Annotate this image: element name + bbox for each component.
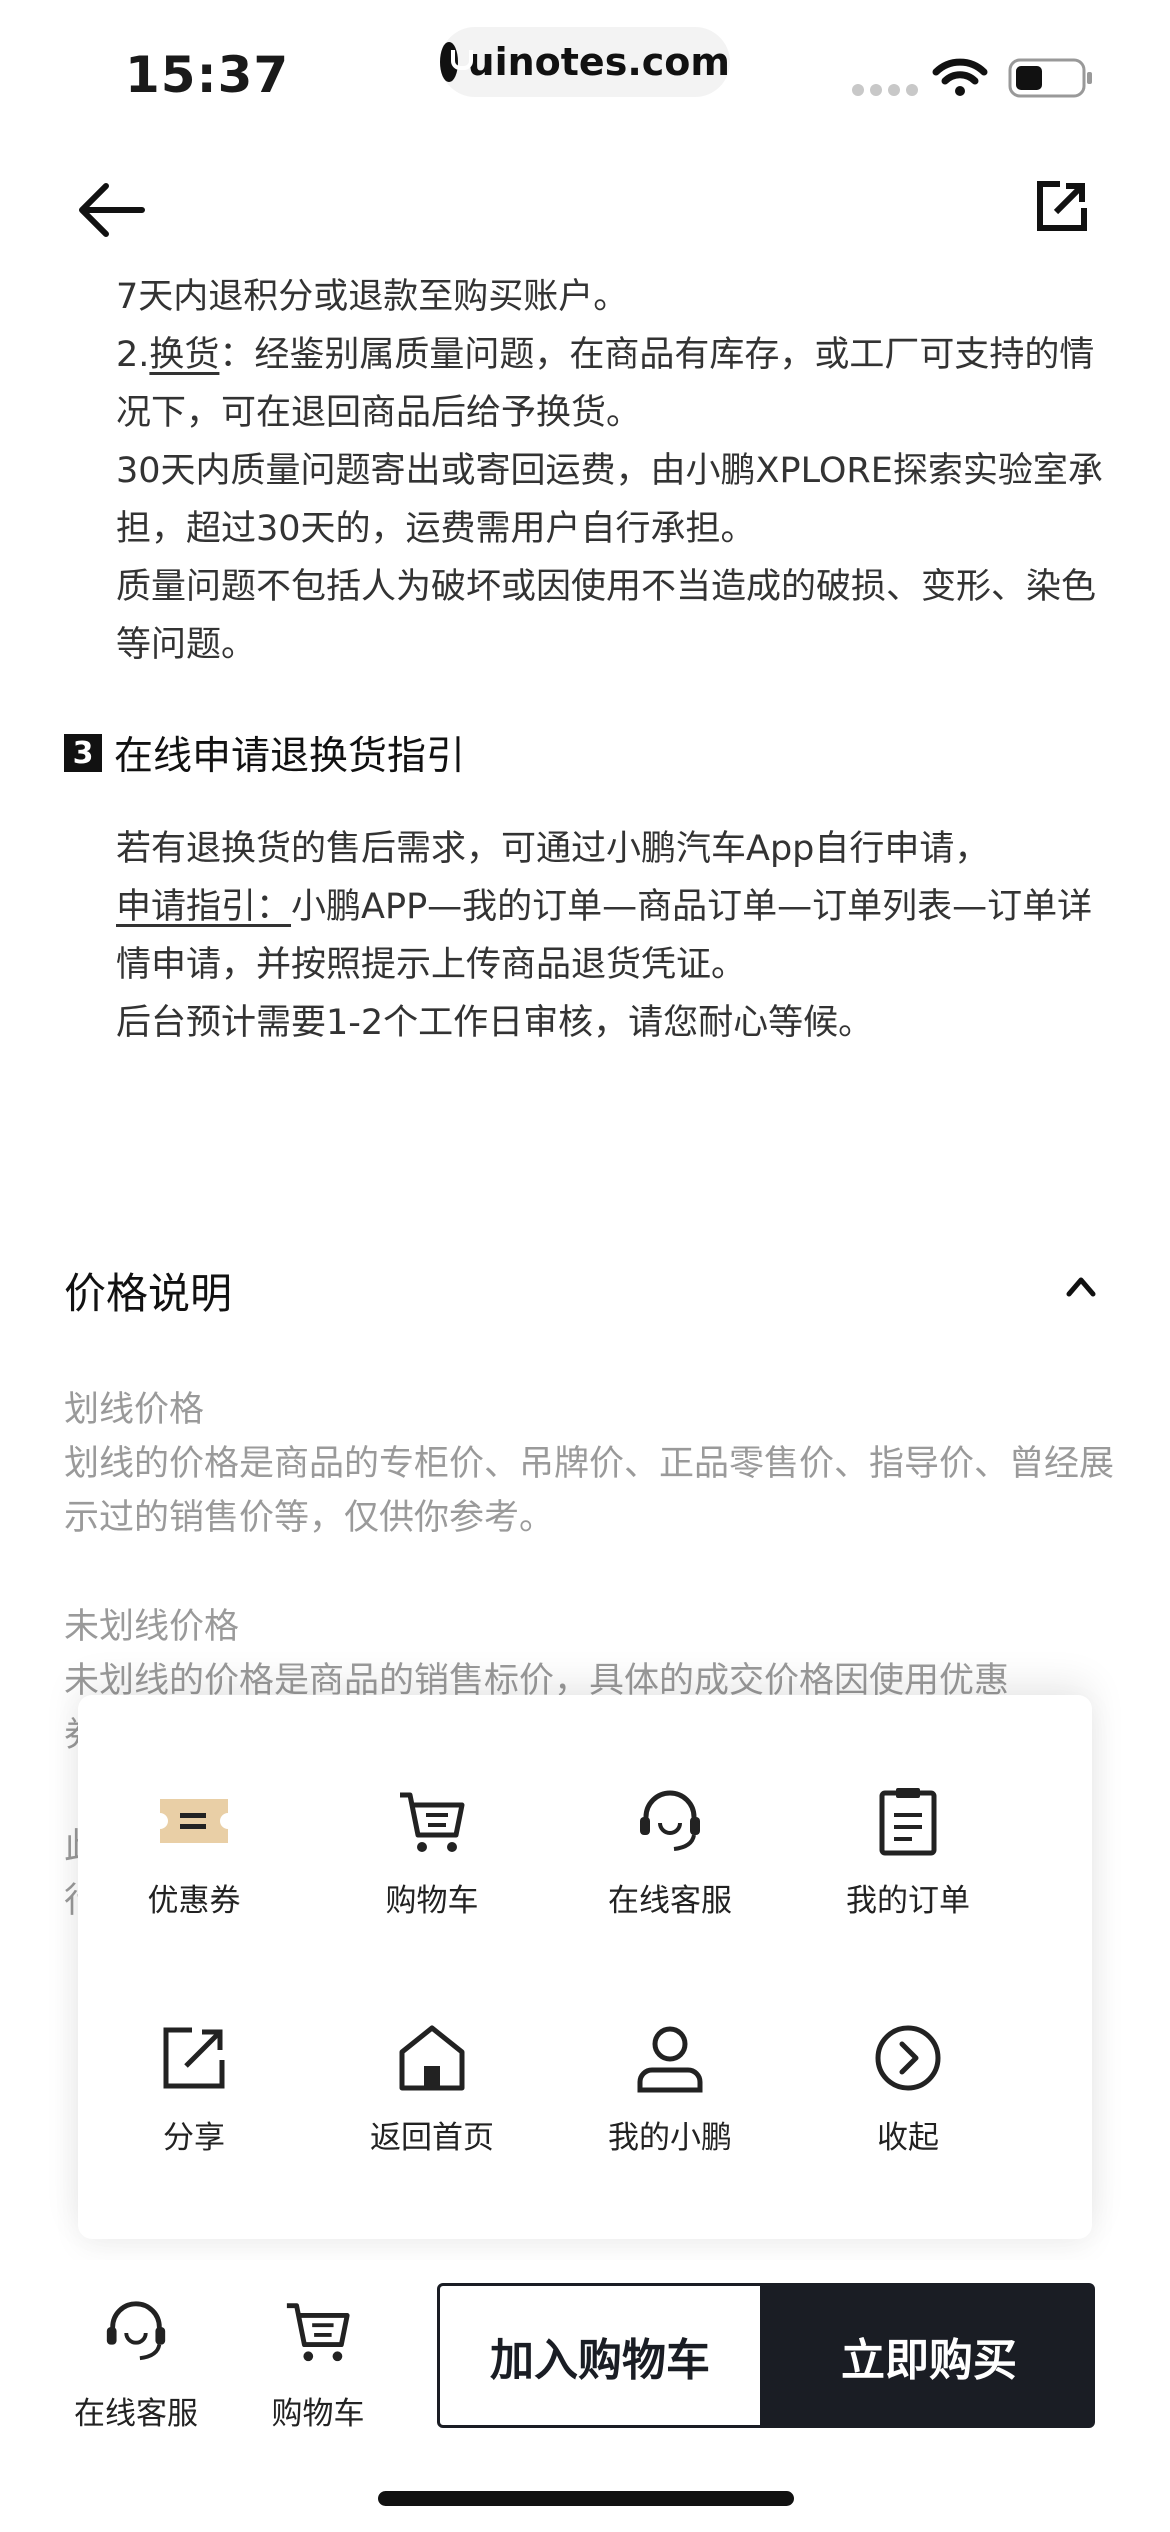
menu-item-orders[interactable]: 我的订单 bbox=[798, 1785, 1018, 1945]
menu-label: 收起 bbox=[877, 2120, 939, 2156]
price-info-title[interactable]: 价格说明 bbox=[64, 1260, 232, 1321]
back-arrow-icon[interactable] bbox=[76, 180, 148, 240]
section-3-title: 在线申请退换货指引 bbox=[114, 734, 466, 779]
nostrike-price-title: 未划线价格 bbox=[64, 1607, 240, 1647]
review-paragraph: 后台预计需要1-2个工作日审核，请您耐心等候。 bbox=[116, 1003, 874, 1043]
coupon-icon bbox=[160, 1799, 228, 1843]
status-time: 15:37 bbox=[125, 46, 290, 104]
quality-paragraph: 质量问题不包括人为破坏或因使用不当造成的破损、变形、染色等问题。 bbox=[116, 567, 1097, 665]
bottom-cart-button[interactable]: 购物车 bbox=[228, 2290, 408, 2440]
order-clipboard-icon bbox=[879, 1788, 937, 1856]
menu-label: 返回首页 bbox=[370, 2120, 494, 2156]
cart-icon bbox=[400, 1792, 465, 1852]
section-number-badge: 3 bbox=[64, 734, 102, 772]
section-3-heading: 3 在线申请退换货指引 bbox=[64, 725, 465, 781]
home-icon bbox=[399, 2025, 465, 2091]
url-text: uinotes.com bbox=[467, 40, 730, 84]
headset-icon bbox=[106, 2301, 166, 2361]
user-icon bbox=[637, 2026, 703, 2093]
share-icon[interactable] bbox=[1034, 178, 1090, 234]
strike-price-title: 划线价格 bbox=[64, 1390, 205, 1430]
bottom-service-button[interactable]: 在线客服 bbox=[46, 2290, 226, 2440]
guide-link[interactable]: 申请指引： bbox=[116, 887, 291, 927]
menu-item-home[interactable]: 返回首页 bbox=[322, 2022, 542, 2182]
share-icon bbox=[163, 2027, 225, 2089]
status-bar: 15:37 uinotes.com bbox=[0, 0, 1170, 140]
guide-paragraph: 申请指引：小鹏APP—我的订单—商品订单—订单列表—订单详情申请，并按照提示上传… bbox=[116, 878, 1116, 994]
menu-label: 我的订单 bbox=[846, 1883, 970, 1919]
exchange-prefix: 2. bbox=[116, 335, 150, 375]
cart-icon bbox=[286, 2303, 350, 2362]
menu-label: 购物车 bbox=[385, 1883, 479, 1919]
site-logo-icon bbox=[440, 42, 473, 82]
exchange-text: ：经鉴别属质量问题，在商品有库存，或工厂可支持的情况下，可在退回商品后给予换货。 bbox=[116, 335, 1095, 433]
exchange-paragraph: 2.换货：经鉴别属质量问题，在商品有库存，或工厂可支持的情况下，可在退回商品后给… bbox=[116, 326, 1116, 442]
menu-item-cart[interactable]: 购物车 bbox=[322, 1785, 542, 1945]
menu-item-coupon[interactable]: 优惠券 bbox=[84, 1785, 304, 1945]
menu-item-share[interactable]: 分享 bbox=[84, 2022, 304, 2182]
headset-icon bbox=[640, 1790, 700, 1851]
strike-price-text: 划线的价格是商品的专柜价、吊牌价、正品零售价、指导价、曾经展示过的销售价等，仅供… bbox=[64, 1444, 1115, 1538]
home-indicator bbox=[378, 2491, 794, 2506]
bottom-cart-label: 购物车 bbox=[271, 2396, 365, 2432]
collapse-chevron-icon bbox=[875, 2025, 941, 2091]
url-pill[interactable]: uinotes.com bbox=[440, 27, 730, 97]
menu-label: 优惠券 bbox=[147, 1883, 241, 1919]
buy-now-button[interactable]: 立即购买 bbox=[763, 2283, 1095, 2428]
menu-label: 在线客服 bbox=[608, 1883, 732, 1919]
chevron-up-icon[interactable] bbox=[1066, 1275, 1096, 1297]
shipping-paragraph: 30天内质量问题寄出或寄回运费，由小鹏XPLORE探索实验室承担，超过30天的，… bbox=[116, 451, 1103, 549]
battery-icon bbox=[1008, 58, 1092, 98]
menu-label: 分享 bbox=[163, 2120, 225, 2156]
bottom-service-label: 在线客服 bbox=[74, 2396, 198, 2432]
add-to-cart-button[interactable]: 加入购物车 bbox=[437, 2283, 763, 2428]
exchange-link[interactable]: 换货 bbox=[149, 335, 219, 375]
signal-icon bbox=[852, 84, 918, 96]
menu-item-service[interactable]: 在线客服 bbox=[560, 1785, 780, 1945]
refund-line: 7天内退积分或退款至购买账户。 bbox=[116, 277, 629, 317]
menu-item-collapse[interactable]: 收起 bbox=[798, 2022, 1018, 2182]
menu-label: 我的小鹏 bbox=[608, 2120, 732, 2156]
wifi-icon bbox=[932, 58, 988, 96]
menu-item-profile[interactable]: 我的小鹏 bbox=[560, 2022, 780, 2182]
apply-paragraph: 若有退换货的售后需求，可通过小鹏汽车App自行申请， bbox=[116, 829, 990, 869]
quick-menu-panel: 优惠券 购物车 在线客服 我的订单 分享 返回首页 我的小鹏 收起 bbox=[78, 1695, 1092, 2239]
